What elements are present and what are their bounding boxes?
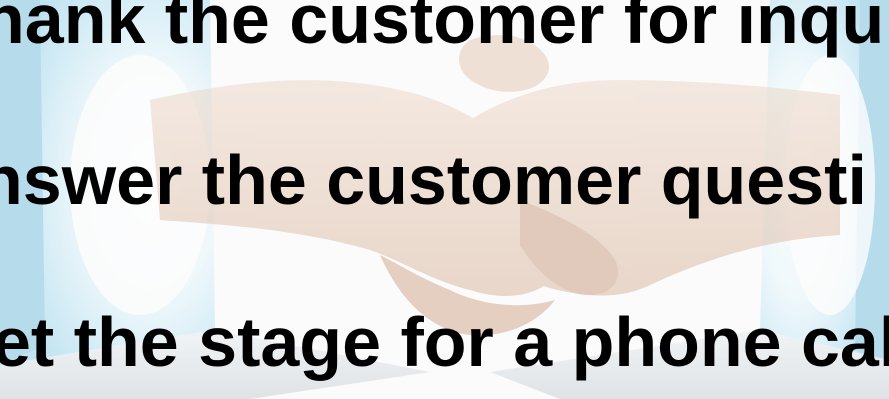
bullet-line-set-stage: et the stage for a phone cal [0,303,889,381]
bullet-line-thank-customer: hank the customer for inqu [0,0,885,58]
slide: hank the customer for inqu nswer the cus… [0,0,889,399]
bullet-line-answer-question: nswer the customer questi [0,141,867,219]
